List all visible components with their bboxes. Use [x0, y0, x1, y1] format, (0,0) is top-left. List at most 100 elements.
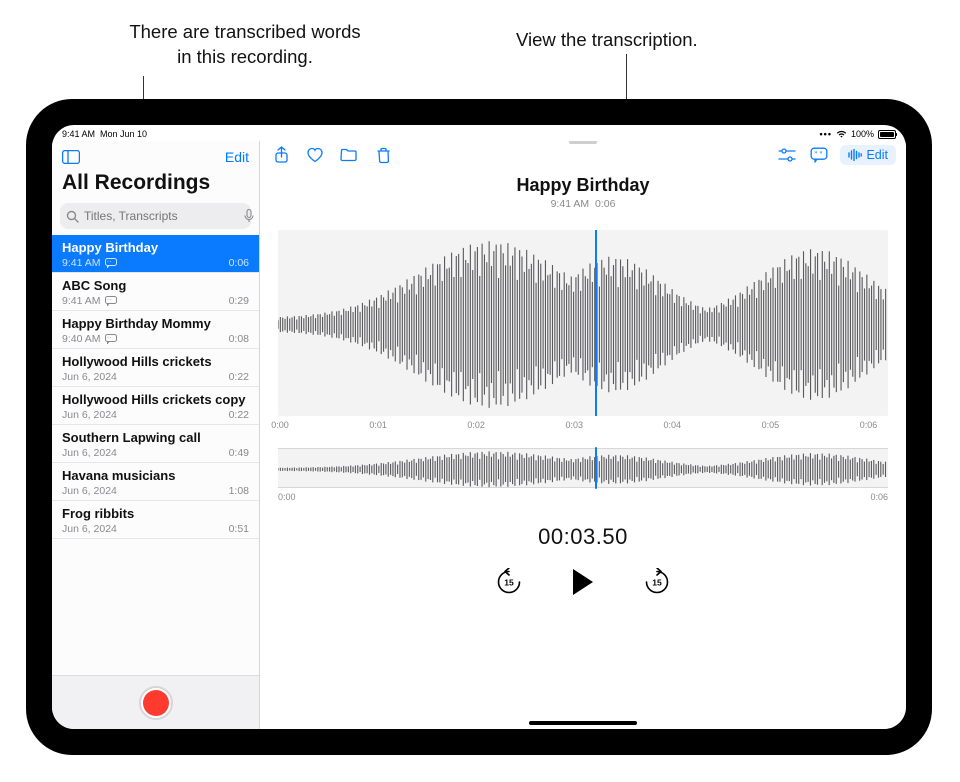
recording-time: Jun 6, 2024: [62, 485, 117, 497]
drag-handle[interactable]: [569, 141, 597, 144]
callout-view-transcription: View the transcription.: [516, 28, 736, 53]
recording-title: ABC Song: [62, 278, 249, 293]
ruler-tick: 0:03: [565, 420, 583, 430]
transcript-badge-icon: ” ”: [105, 296, 117, 306]
share-button[interactable]: [270, 144, 292, 166]
timecode: 00:03.50: [260, 524, 906, 550]
callout-transcribed-words: There are transcribed words in this reco…: [120, 20, 370, 70]
recording-row[interactable]: Frog ribbits Jun 6, 2024 0:51: [52, 501, 259, 539]
recording-duration: 0:49: [229, 447, 249, 459]
battery-icon: [878, 130, 896, 139]
home-indicator: [529, 721, 637, 725]
trash-icon: [376, 147, 391, 164]
edit-recording-button[interactable]: Edit: [840, 145, 896, 165]
recording-title: Southern Lapwing call: [62, 430, 249, 445]
favorite-button[interactable]: [304, 144, 326, 166]
record-icon: [143, 690, 169, 716]
record-bar: [52, 675, 259, 729]
ruler-tick: 0:06: [860, 420, 878, 430]
recording-duration: 0:08: [229, 333, 249, 345]
recording-title[interactable]: Happy Birthday: [260, 175, 906, 196]
skip-forward-button[interactable]: 15: [641, 566, 673, 598]
svg-text:” ”: ” ”: [107, 336, 111, 341]
recording-time: 9:40 AM: [62, 333, 101, 345]
record-button[interactable]: [139, 686, 173, 720]
recording-time: 9:41 AM: [62, 295, 101, 307]
ruler-tick: 0:05: [762, 420, 780, 430]
heart-icon: [306, 147, 324, 163]
transcript-icon: ””: [810, 147, 828, 163]
waveform-scrubber[interactable]: [278, 230, 888, 416]
move-to-folder-button[interactable]: [338, 144, 360, 166]
search-input[interactable]: [84, 209, 239, 223]
waveform-icon: [848, 149, 862, 161]
sliders-icon: [778, 148, 796, 162]
recording-title: Frog ribbits: [62, 506, 249, 521]
status-bar: 9:41 AM Mon Jun 10 ••• 100%: [52, 125, 906, 141]
recording-duration: 0:22: [229, 409, 249, 421]
ipad-frame: 9:41 AM Mon Jun 10 ••• 100% Edit All Rec…: [26, 99, 932, 755]
svg-text:15: 15: [652, 578, 662, 588]
recording-title: Happy Birthday Mommy: [62, 316, 249, 331]
search-field[interactable]: [60, 203, 251, 229]
overview-playhead[interactable]: [595, 447, 597, 489]
microphone-icon[interactable]: [244, 209, 254, 223]
svg-text:15: 15: [504, 578, 514, 588]
search-icon: [66, 210, 79, 223]
recording-time: Jun 6, 2024: [62, 447, 117, 459]
recording-row[interactable]: Happy Birthday9:41 AM” ”0:06: [52, 235, 259, 273]
sidebar: Edit All Recordings Happy Birthday9:41 A…: [52, 141, 260, 729]
waveform-overview[interactable]: [278, 448, 888, 488]
svg-text:” ”: ” ”: [107, 260, 111, 265]
screen: 9:41 AM Mon Jun 10 ••• 100% Edit All Rec…: [52, 125, 906, 729]
svg-text:” ”: ” ”: [107, 298, 111, 303]
sidebar-toggle-button[interactable]: [60, 146, 82, 168]
recording-title: Hollywood Hills crickets: [62, 354, 249, 369]
recording-duration: 0:22: [229, 371, 249, 383]
edit-recording-label: Edit: [866, 148, 888, 162]
status-date: Mon Jun 10: [100, 129, 147, 139]
folder-icon: [340, 148, 358, 162]
recording-time: Jun 6, 2024: [62, 409, 117, 421]
recording-row[interactable]: Hollywood Hills crickets Jun 6, 2024 0:22: [52, 349, 259, 387]
edit-list-button[interactable]: Edit: [225, 149, 249, 165]
transcript-badge-icon: ” ”: [105, 258, 117, 268]
recording-duration: 1:08: [229, 485, 249, 497]
recording-row[interactable]: Hollywood Hills crickets copy Jun 6, 2024…: [52, 387, 259, 425]
recording-row[interactable]: Havana musicians Jun 6, 2024 1:08: [52, 463, 259, 501]
sidebar-toggle-icon: [62, 150, 80, 164]
play-icon: [573, 569, 593, 595]
waveform-graphic: [278, 230, 888, 416]
share-icon: [274, 146, 289, 164]
wifi-icon: [836, 130, 847, 138]
view-transcript-button[interactable]: ””: [808, 144, 830, 166]
status-battery-pct: 100%: [851, 129, 874, 139]
skip-back-15-icon: 15: [495, 568, 523, 596]
overview-graphic: [278, 449, 888, 490]
recording-duration: 0:51: [229, 523, 249, 535]
delete-button[interactable]: [372, 144, 394, 166]
playback-settings-button[interactable]: [776, 144, 798, 166]
recording-subtitle: 9:41 AM 0:06: [260, 198, 906, 210]
overview-start-time: 0:00: [278, 492, 296, 502]
recording-title: Hollywood Hills crickets copy: [62, 392, 249, 407]
ruler-tick: 0:01: [369, 420, 387, 430]
recordings-list: Happy Birthday9:41 AM” ”0:06ABC Song9:41…: [52, 235, 259, 675]
recording-row[interactable]: ABC Song 9:41 AM ” ” 0:29: [52, 273, 259, 311]
recording-row[interactable]: Happy Birthday Mommy 9:40 AM ” ” 0:08: [52, 311, 259, 349]
recording-row[interactable]: Southern Lapwing call Jun 6, 2024 0:49: [52, 425, 259, 463]
playhead[interactable]: [595, 230, 597, 416]
skip-forward-15-icon: 15: [643, 568, 671, 596]
skip-back-button[interactable]: 15: [493, 566, 525, 598]
play-button[interactable]: [567, 566, 599, 598]
recording-duration: 0:29: [229, 295, 249, 307]
recording-duration: 0:06: [229, 257, 249, 269]
recording-time: 9:41 AM: [62, 257, 101, 269]
transcript-badge-icon: ” ”: [105, 334, 117, 344]
svg-text:”: ”: [815, 152, 818, 158]
ruler-tick: 0:04: [664, 420, 682, 430]
recording-title: Havana musicians: [62, 468, 249, 483]
recording-time: Jun 6, 2024: [62, 523, 117, 535]
recording-time: Jun 6, 2024: [62, 371, 117, 383]
status-time: 9:41 AM: [62, 129, 95, 139]
